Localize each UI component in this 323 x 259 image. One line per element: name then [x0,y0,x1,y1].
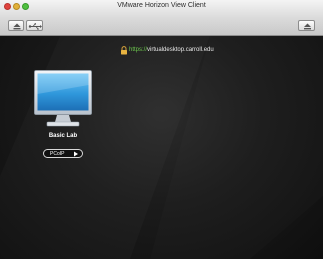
app-window: VMware Horizon View Client https://virtu… [0,0,323,259]
eject-button[interactable] [298,20,315,31]
title-bar: VMware Horizon View Client [0,0,323,36]
desktop-item-basic-lab[interactable]: Basic Lab PCoIP [34,70,92,162]
server-address-bar: https://virtualdesktop.carroll.edu [0,46,323,56]
disconnect-server-button[interactable] [8,20,24,31]
triangle-right-icon [74,151,78,157]
usb-devices-button[interactable] [26,20,43,31]
eject-icon [304,23,311,30]
monitor-icon[interactable] [34,70,92,132]
window-title: VMware Horizon View Client [117,2,206,9]
server-host: virtualdesktop.carroll.edu [147,47,214,53]
display-protocol-dropdown[interactable]: PCoIP [43,149,83,158]
server-protocol: https:// [129,47,148,53]
desktop-selector-area: https://virtualdesktop.carroll.edu Basic… [0,36,323,259]
server-url: https://virtualdesktop.carroll.edu [129,47,214,54]
usb-icon [28,23,42,30]
eject-icon [13,23,21,30]
lock-icon [121,46,127,55]
display-protocol-label: PCoIP [50,151,65,157]
desktop-name: Basic Lab [48,133,78,139]
